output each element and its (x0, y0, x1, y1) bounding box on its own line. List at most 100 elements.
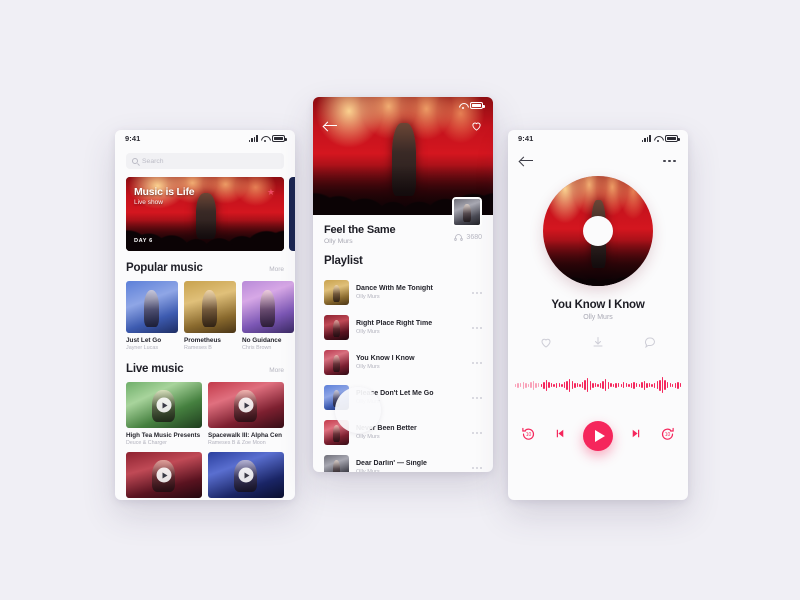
waveform-bar (592, 382, 594, 388)
play-icon[interactable] (238, 397, 254, 413)
waveform-bar (553, 383, 555, 387)
next-icon[interactable] (630, 427, 643, 445)
download-icon[interactable] (592, 335, 604, 353)
featured-carousel[interactable]: Music is Life Live show ★ DAY 6 (115, 177, 295, 251)
playlist-row[interactable]: You Know I Know Olly Murs (313, 345, 493, 380)
playlist-row[interactable]: Dear Darlin' — Single Olly Murs (313, 450, 493, 472)
popular-music-header: Popular music More (115, 262, 295, 274)
status-indicators (641, 135, 680, 142)
track-card[interactable]: Just Let Go Jayner Lucas (126, 281, 178, 351)
waveform-bar (605, 379, 607, 391)
track-title: Right Place Right Time (356, 320, 433, 328)
live-thumbnail (126, 452, 202, 498)
search-input[interactable]: Search (126, 153, 284, 169)
track-artist: Olly Murs (356, 293, 380, 300)
more-options-icon[interactable] (472, 431, 482, 434)
popular-music-title: Popular music (126, 262, 203, 274)
home-scroll-area[interactable]: Search Music is Life Live show ★ DAY 6 P… (115, 147, 295, 500)
track-artwork (126, 281, 178, 333)
featured-banner-next[interactable] (289, 177, 295, 251)
featured-banner[interactable]: Music is Life Live show ★ DAY 6 (126, 177, 284, 251)
waveform-bar (602, 381, 604, 389)
previous-icon[interactable] (553, 427, 566, 445)
waveform-bar (677, 381, 679, 389)
track-title: No Guidance (242, 337, 282, 344)
live-more-link[interactable]: More (269, 367, 284, 374)
waveform-bar (548, 382, 550, 388)
vinyl-disc[interactable] (543, 176, 653, 286)
play-icon[interactable] (156, 467, 172, 483)
album-hero-toolbar (313, 114, 493, 138)
waveform-bar (672, 383, 674, 387)
play-icon[interactable] (238, 467, 254, 483)
waveform[interactable] (514, 375, 682, 395)
waveform-bar (612, 383, 615, 387)
playlist-row[interactable]: Right Place Right Time Olly Murs (313, 310, 493, 345)
live-card[interactable]: High Tea Music Presents Deuce & Charger (126, 382, 202, 446)
live-title: Spacewalk III: Alpha Cen (208, 432, 282, 439)
popular-more-link[interactable]: More (269, 266, 284, 273)
waveform-bar (525, 382, 527, 388)
live-card[interactable] (126, 452, 202, 498)
phone-home-screen: 9:41 Search Music is Life Live show ★ DA… (115, 130, 295, 500)
track-artwork (324, 315, 349, 340)
play-icon[interactable] (156, 397, 172, 413)
waveform-bar (654, 382, 656, 388)
heart-icon[interactable] (471, 121, 482, 131)
comment-icon[interactable] (644, 335, 656, 353)
live-music-grid[interactable]: High Tea Music Presents Deuce & Charger … (115, 375, 295, 498)
phone-player-screen: 9:41 You Know I Know Olly Murs 10 10 (508, 130, 688, 500)
back-arrow-icon[interactable] (324, 121, 337, 131)
waveform-bar (666, 382, 669, 388)
track-card[interactable]: Prometheus Rameses B (184, 281, 236, 351)
live-card[interactable] (208, 452, 284, 498)
more-options-icon[interactable] (472, 466, 482, 469)
heart-icon[interactable] (540, 335, 552, 353)
svg-text:10: 10 (526, 432, 532, 438)
back-arrow-icon[interactable] (520, 156, 533, 166)
more-options-icon[interactable] (472, 291, 482, 294)
more-options-icon[interactable] (472, 326, 482, 329)
track-title: Prometheus (184, 337, 221, 344)
more-options-icon[interactable] (663, 159, 676, 163)
waveform-bar (635, 383, 638, 387)
waveform-bar (579, 383, 581, 387)
waveform-bar (514, 383, 517, 387)
search-placeholder: Search (142, 157, 164, 165)
waveform-bar (648, 383, 651, 387)
waveform-bar (517, 382, 519, 388)
mockup-stage: 9:41 Search Music is Life Live show ★ DA… (0, 0, 800, 600)
signal-icon (641, 135, 651, 142)
track-artwork (184, 281, 236, 333)
seek-bar[interactable]: 00:12 04:46 (508, 375, 688, 395)
waveform-bar (646, 382, 648, 388)
waveform-bar (561, 383, 563, 387)
waveform-bar (597, 383, 599, 387)
more-options-icon[interactable] (472, 361, 482, 364)
track-meta: Dance With Me Tonight Olly Murs (356, 285, 465, 300)
banner-day-label: DAY 6 (134, 238, 153, 244)
rewind-10-icon[interactable]: 10 (521, 426, 536, 446)
waveform-bar (610, 383, 612, 387)
playlist-title: Playlist (324, 255, 363, 267)
live-card[interactable]: Spacewalk III: Alpha Cen Rameses B & Zoe… (208, 382, 284, 446)
live-music-header: Live music More (115, 363, 295, 375)
status-time: 9:41 (518, 134, 534, 143)
playlist-row[interactable]: Dance With Me Tonight Olly Murs (313, 275, 493, 310)
playlist[interactable]: Dance With Me Tonight Olly Murs Right Pl… (313, 275, 493, 472)
artist-avatar[interactable] (452, 197, 482, 227)
popular-track-list[interactable]: Just Let Go Jayner Lucas Prometheus Rame… (115, 281, 295, 351)
now-playing-title: You Know I Know (551, 299, 645, 311)
forward-10-icon[interactable]: 10 (660, 426, 675, 446)
waveform-bar (576, 383, 579, 387)
waveform-bar (628, 383, 630, 387)
track-card[interactable]: No Guidance Chris Brown (242, 281, 294, 351)
more-options-icon[interactable] (472, 396, 482, 399)
play-icon[interactable] (583, 421, 613, 451)
playback-controls: 10 10 (508, 421, 688, 451)
star-icon[interactable]: ★ (267, 187, 275, 198)
waveform-bar (669, 383, 671, 387)
waveform-bar (527, 383, 530, 387)
waveform-bar (574, 382, 576, 388)
waveform-bar (607, 381, 610, 389)
